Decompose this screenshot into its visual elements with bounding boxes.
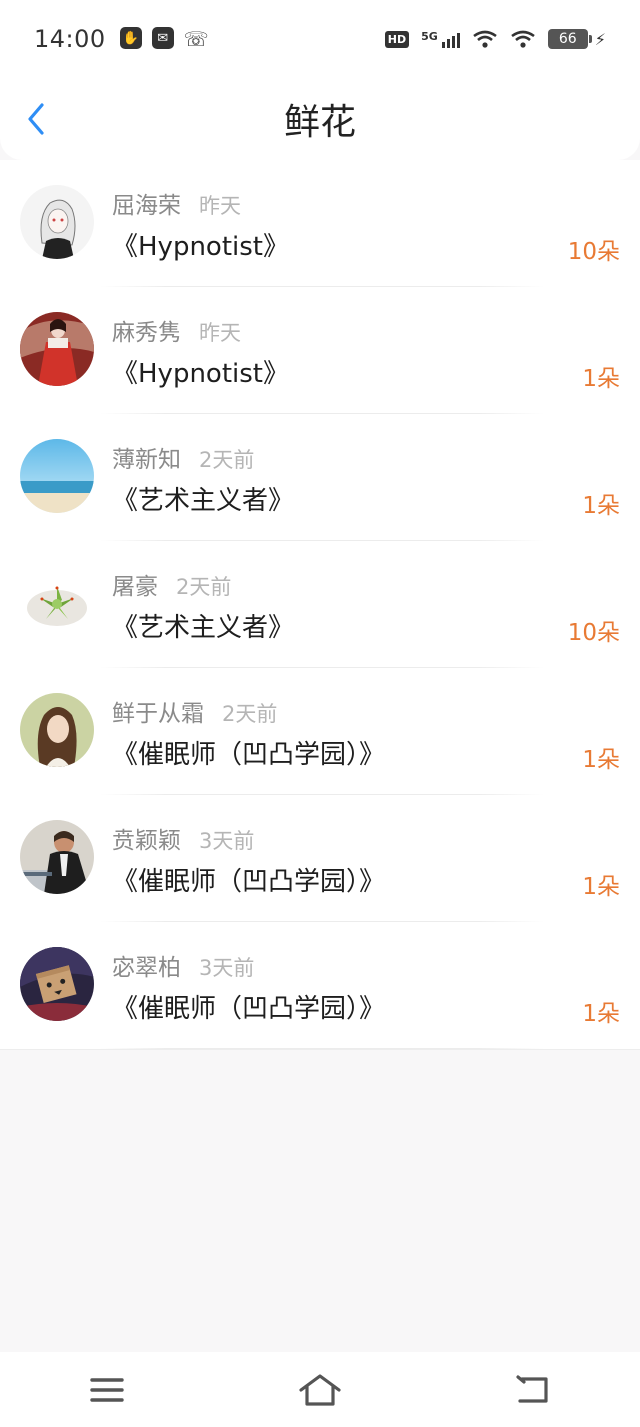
sender-name[interactable]: 屈海荣 [112, 186, 181, 220]
menu-button[interactable] [77, 1365, 137, 1415]
list-bottom-border [0, 1049, 640, 1050]
mail-icon: ✉ [151, 27, 174, 49]
gift-time: 昨天 [199, 194, 241, 218]
list-item[interactable]: 鲜于从霜 2天前 《催眠师（凹凸学园）》 1朵 [0, 668, 640, 795]
flower-count: 1朵 [582, 1001, 620, 1027]
book-title[interactable]: 《艺术主义者》 [112, 480, 294, 517]
woman-portrait-avatar[interactable] [20, 693, 94, 767]
gift-meta: 屠豪 2天前 [112, 567, 231, 601]
system-nav-bar [0, 1352, 640, 1427]
battery-level: 66 [547, 29, 592, 49]
danbo-box-avatar[interactable] [20, 947, 94, 1021]
back-button[interactable] [20, 102, 52, 136]
gift-meta: 贲颖颖 3天前 [112, 821, 254, 855]
sender-name[interactable]: 薄新知 [112, 440, 181, 474]
chevron-left-icon [28, 103, 44, 135]
book-title[interactable]: 《艺术主义者》 [112, 607, 294, 644]
list-item[interactable]: 麻秀隽 昨天 《Hypnotist》 1朵 [0, 287, 640, 414]
divider [100, 1048, 544, 1049]
flower-count: 1朵 [582, 493, 620, 519]
wifi-icon [511, 30, 535, 48]
status-bar: 14:00 ✋ ✉ ☏ HD 5G 66 ⚡ [0, 0, 640, 78]
flower-count: 1朵 [582, 366, 620, 392]
gift-time: 2天前 [199, 448, 255, 472]
sender-name[interactable]: 宓翠柏 [112, 948, 181, 982]
flower-count: 10朵 [567, 239, 620, 265]
beach-sky-avatar[interactable] [20, 439, 94, 513]
hanfu-girl-avatar[interactable] [20, 312, 94, 386]
home-icon [299, 1373, 341, 1406]
list-item[interactable]: 贲颖颖 3天前 《催眠师（凹凸学园）》 1朵 [0, 795, 640, 922]
wifi-plus-icon [473, 30, 497, 48]
list-item[interactable]: 薄新知 2天前 《艺术主义者》 1朵 [0, 414, 640, 541]
gift-time: 2天前 [176, 575, 232, 599]
gift-meta: 麻秀隽 昨天 [112, 313, 241, 347]
flower-count: 1朵 [582, 747, 620, 773]
status-time: 14:00 [34, 25, 106, 53]
list-item[interactable]: 宓翠柏 3天前 《催眠师（凹凸学园）》 1朵 [0, 922, 640, 1049]
list-item[interactable]: 屠豪 2天前 《艺术主义者》 10朵 [0, 541, 640, 668]
back-nav-button[interactable] [503, 1365, 563, 1415]
gift-meta: 薄新知 2天前 [112, 440, 254, 474]
flower-count: 10朵 [567, 620, 620, 646]
sketch-girl-avatar[interactable] [20, 185, 94, 259]
missed-call-icon: ☏ [183, 27, 209, 51]
gift-time: 昨天 [199, 321, 241, 345]
battery-indicator: 66 ⚡ [547, 29, 606, 49]
charging-bolt-icon: ⚡ [594, 29, 606, 49]
page-title: 鲜花 [283, 102, 356, 143]
stressed-man-avatar[interactable] [20, 820, 94, 894]
signal-icon: 5G [421, 30, 460, 48]
gift-meta: 屈海荣 昨天 [112, 186, 241, 220]
list-item[interactable]: 屈海荣 昨天 《Hypnotist》 10朵 [0, 160, 640, 287]
succulent-avatar[interactable] [20, 566, 94, 640]
book-title[interactable]: 《催眠师（凹凸学园）》 [112, 861, 385, 898]
flower-gift-list: 屈海荣 昨天 《Hypnotist》 10朵 麻秀隽 昨天 《Hypnotist… [0, 160, 640, 1050]
menu-icon [89, 1377, 124, 1402]
sender-name[interactable]: 屠豪 [112, 567, 158, 601]
home-button[interactable] [290, 1365, 350, 1415]
back-icon [516, 1374, 548, 1403]
hand-icon: ✋ [119, 27, 142, 49]
gift-meta: 宓翠柏 3天前 [112, 948, 254, 982]
book-title[interactable]: 《Hypnotist》 [112, 353, 289, 390]
flower-count: 1朵 [582, 874, 620, 900]
gift-meta: 鲜于从霜 2天前 [112, 694, 277, 728]
sender-name[interactable]: 麻秀隽 [112, 313, 181, 347]
status-system-icons: HD 5G 66 ⚡ [384, 29, 606, 49]
hd-badge: HD [384, 30, 410, 48]
book-title[interactable]: 《催眠师（凹凸学园）》 [112, 988, 385, 1025]
gift-time: 3天前 [199, 829, 255, 853]
book-title[interactable]: 《Hypnotist》 [112, 226, 289, 263]
sender-name[interactable]: 鲜于从霜 [112, 694, 204, 728]
title-bar: 鲜花 [0, 78, 640, 160]
network-type-label: 5G [421, 30, 438, 43]
book-title[interactable]: 《催眠师（凹凸学园）》 [112, 734, 385, 771]
sender-name[interactable]: 贲颖颖 [112, 821, 181, 855]
gift-time: 2天前 [222, 702, 278, 726]
gift-time: 3天前 [199, 956, 255, 980]
status-notification-icons: ✋ ✉ ☏ [119, 27, 209, 51]
